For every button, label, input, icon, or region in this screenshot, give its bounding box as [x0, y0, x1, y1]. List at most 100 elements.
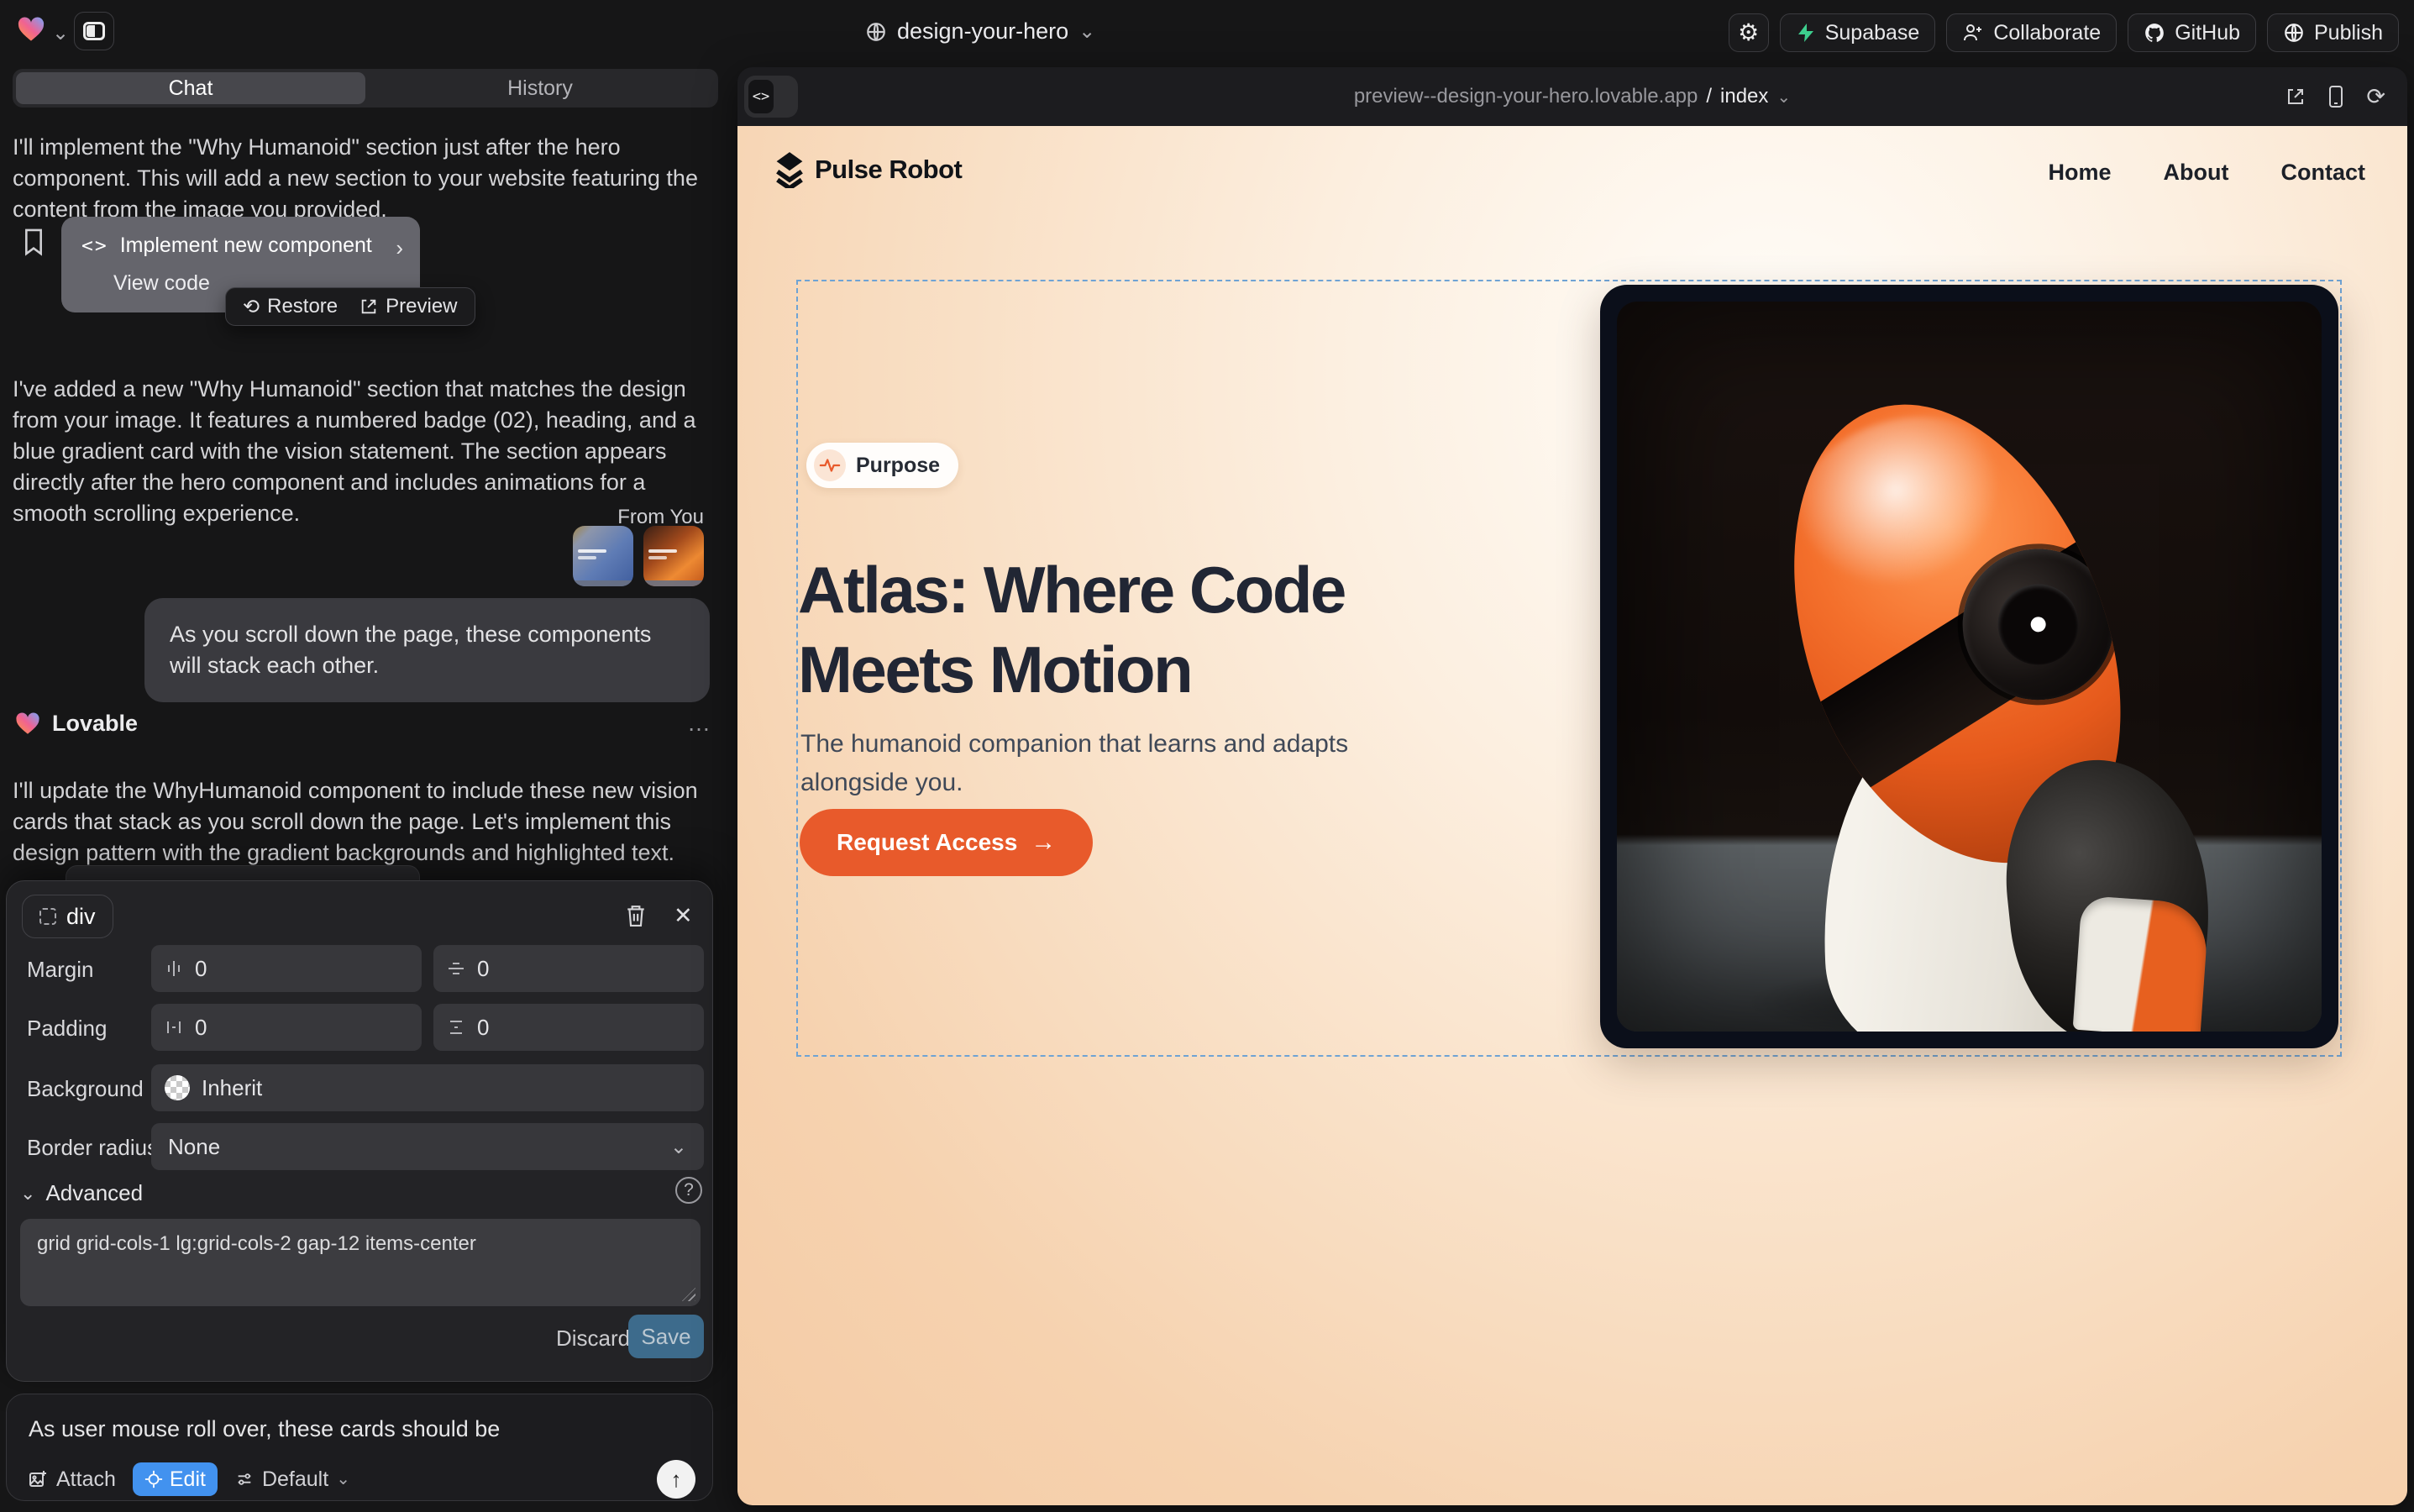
assistant-message-3: I'll update the WhyHumanoid component to… [13, 775, 711, 869]
preview-toolbar: <> preview--design-your-hero.lovable.app… [737, 67, 2407, 126]
component-card-title: Implement new component [120, 234, 372, 258]
nav-about[interactable]: About [2164, 160, 2229, 186]
nav-home[interactable]: Home [2049, 160, 2112, 186]
padding-x-icon [165, 1018, 183, 1037]
margin-y-input[interactable]: 0 [433, 945, 704, 992]
close-inspector-button[interactable]: ✕ [674, 903, 693, 929]
target-icon [144, 1470, 163, 1488]
margin-y-icon [447, 959, 465, 978]
preview-url-bar[interactable]: preview--design-your-hero.lovable.app / … [737, 67, 2407, 126]
chat-sidebar: Chat History I'll implement the "Why Hum… [0, 66, 731, 1512]
delete-element-button[interactable] [625, 903, 647, 928]
mode-chevron-icon: ⌄ [336, 1471, 350, 1488]
add-user-icon [1962, 23, 1984, 43]
supabase-button[interactable]: Supabase [1780, 13, 1936, 52]
tab-chat[interactable]: Chat [16, 72, 365, 104]
preview-url-page: index [1720, 85, 1768, 108]
discard-button[interactable]: Discard [551, 1325, 635, 1352]
background-value: Inherit [202, 1075, 262, 1101]
edit-mode-button[interactable]: Edit [133, 1462, 218, 1496]
top-bar: ⌄ design-your-hero ⌄ ⚙ Supabase [0, 0, 2414, 66]
select-chevron-icon: ⌄ [670, 1135, 687, 1159]
attachment-thumbnail-blue[interactable] [573, 526, 633, 586]
app-window: ⌄ design-your-hero ⌄ ⚙ Supabase [0, 0, 2414, 1512]
attachment-thumbnail-orange[interactable] [643, 526, 704, 586]
selected-element-tag: div [66, 904, 96, 930]
publish-globe-icon [2283, 22, 2305, 44]
robot-illustration [1617, 302, 2322, 1032]
attach-label: Attach [56, 1467, 116, 1492]
robot-arm [2073, 895, 2210, 1032]
site-brand[interactable]: Pulse Robot [774, 151, 962, 188]
purpose-badge: Purpose [806, 443, 958, 488]
preview-url-sep: / [1706, 85, 1712, 108]
edit-label: Edit [170, 1467, 206, 1492]
assistant-message-1: I'll implement the "Why Humanoid" sectio… [13, 132, 711, 225]
sidebar-toggle-button[interactable] [74, 12, 114, 50]
padding-x-input[interactable]: 0 [151, 1004, 422, 1051]
padding-y-input[interactable]: 0 [433, 1004, 704, 1051]
project-switcher[interactable]: design-your-hero ⌄ [865, 18, 1095, 45]
composer-input[interactable]: As user mouse roll over, these cards sho… [29, 1416, 500, 1442]
border-radius-select[interactable]: None ⌄ [151, 1123, 704, 1170]
nav-contact[interactable]: Contact [2281, 160, 2366, 186]
mobile-view-icon[interactable] [2327, 86, 2344, 108]
site-nav: Home About Contact [2049, 160, 2365, 186]
settings-button[interactable]: ⚙ [1729, 13, 1769, 52]
chat-composer[interactable]: As user mouse roll over, these cards sho… [6, 1394, 713, 1501]
margin-y-value: 0 [477, 956, 489, 982]
selected-element-chip[interactable]: div [22, 895, 113, 938]
message-menu-button[interactable]: … [687, 710, 712, 737]
advanced-label: Advanced [45, 1180, 143, 1206]
preview-actions: ⟳ [2285, 67, 2385, 126]
cta-label: Request Access [837, 829, 1017, 856]
supabase-bolt-icon [1796, 22, 1816, 44]
gear-icon: ⚙ [1738, 21, 1759, 45]
background-input[interactable]: Inherit [151, 1064, 704, 1111]
lovable-heart-icon [15, 712, 40, 735]
sliders-icon [234, 1470, 255, 1488]
sidebar-tabs: Chat History [13, 69, 718, 108]
save-button[interactable]: Save [628, 1315, 704, 1358]
restore-button[interactable]: ⟲ Restore [243, 295, 338, 319]
bookmark-icon[interactable] [23, 228, 45, 256]
restore-preview-toolbar: ⟲ Restore Preview [225, 287, 475, 326]
border-radius-value: None [168, 1134, 220, 1160]
collaborate-button[interactable]: Collaborate [1946, 13, 2117, 52]
hero-section-selected[interactable]: Purpose Atlas: Where Code Meets Motion T… [796, 280, 2342, 1057]
preview-button[interactable]: Preview [359, 295, 457, 318]
tab-history[interactable]: History [365, 72, 715, 104]
preview-url-host: preview--design-your-hero.lovable.app [1354, 85, 1698, 108]
url-chevron-icon: ⌄ [1776, 87, 1791, 108]
padding-x-value: 0 [195, 1015, 207, 1041]
site-canvas: Pulse Robot Home About Contact Purpose [737, 126, 2407, 1505]
margin-x-input[interactable]: 0 [151, 945, 422, 992]
assistant-message-2: I've added a new "Why Humanoid" section … [13, 374, 711, 529]
dashed-box-icon [39, 908, 56, 925]
code-icon: <> [81, 235, 108, 257]
supabase-label: Supabase [1825, 21, 1920, 45]
pulse-icon [814, 449, 846, 481]
publish-button[interactable]: Publish [2267, 13, 2399, 52]
collaborate-label: Collaborate [1993, 21, 2101, 45]
open-in-new-tab-icon[interactable] [2285, 87, 2306, 107]
view-code-link[interactable]: View code [113, 271, 210, 296]
github-icon [2144, 22, 2165, 44]
advanced-toggle[interactable]: ⌄ Advanced [20, 1180, 143, 1206]
workspace-chevron-icon[interactable]: ⌄ [52, 24, 69, 44]
mode-select[interactable]: Default ⌄ [234, 1467, 350, 1492]
padding-y-value: 0 [477, 1015, 489, 1041]
github-button[interactable]: GitHub [2128, 13, 2256, 52]
topbar-actions: ⚙ Supabase Collaborate [1729, 13, 2399, 52]
refresh-icon[interactable]: ⟳ [2366, 84, 2385, 110]
request-access-button[interactable]: Request Access → [800, 809, 1093, 876]
padding-label: Padding [27, 1016, 107, 1042]
send-button[interactable]: ↑ [657, 1460, 695, 1499]
transparency-swatch-icon [165, 1075, 190, 1100]
classes-textarea[interactable]: grid grid-cols-1 lg:grid-cols-2 gap-12 i… [20, 1219, 701, 1306]
lovable-logo-icon[interactable] [17, 17, 45, 42]
attach-button[interactable]: Attach [27, 1467, 116, 1492]
element-inspector-panel: div ✕ Margin 0 0 Padding [6, 880, 713, 1382]
border-radius-label: Border radius [27, 1135, 158, 1161]
help-icon[interactable]: ? [675, 1177, 702, 1204]
